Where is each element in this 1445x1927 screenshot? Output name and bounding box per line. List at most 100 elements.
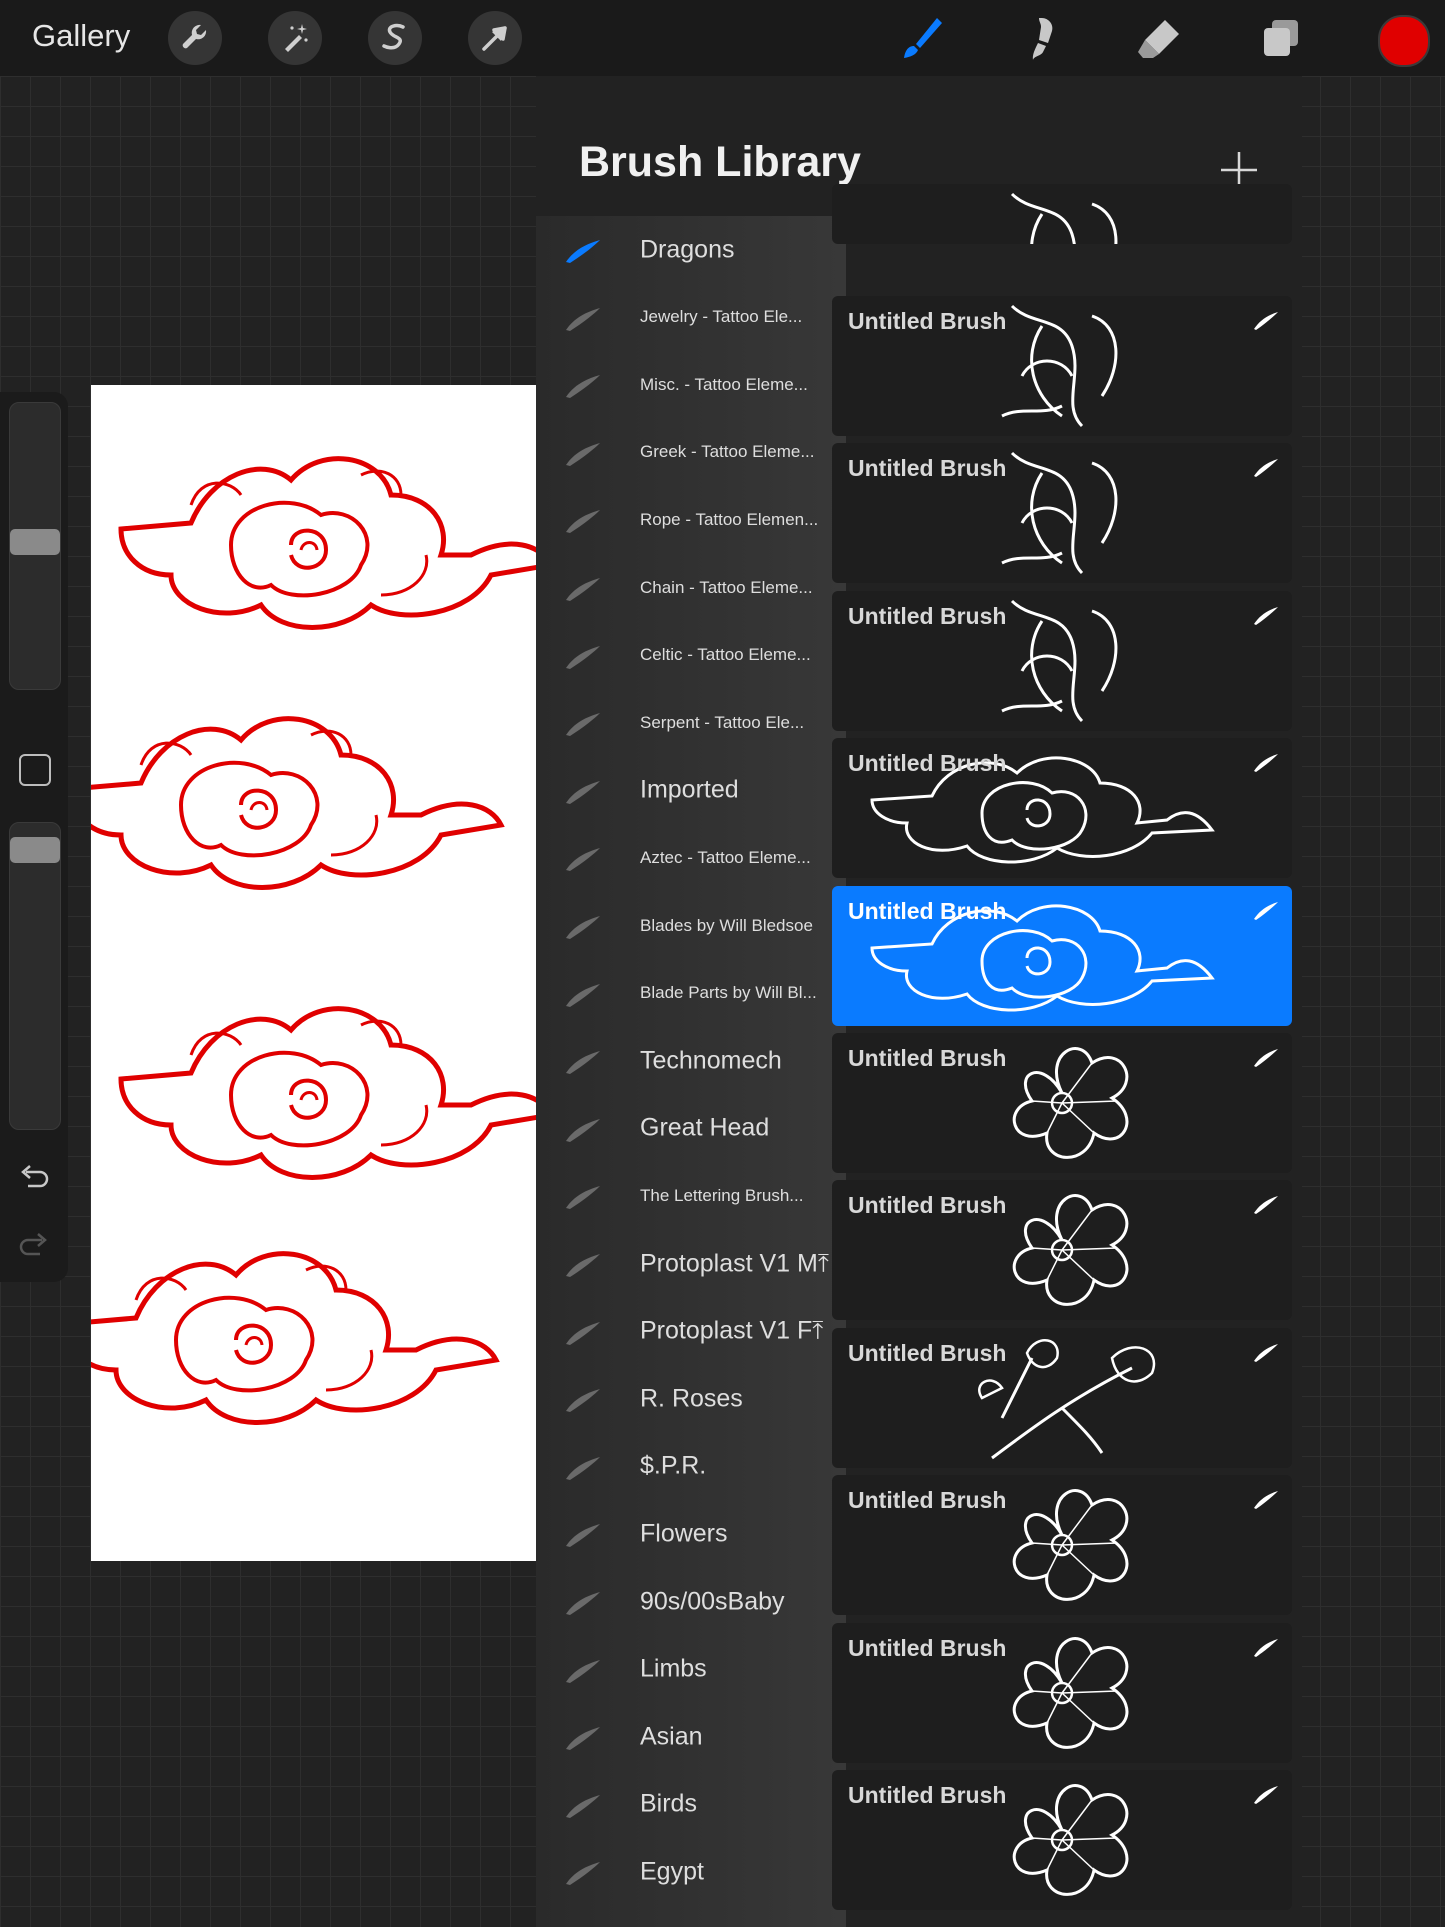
brush-set-label: Asian (640, 1722, 703, 1751)
brush-set-label: Celtic - Tattoo Eleme... (640, 645, 811, 665)
brush-set-stroke-icon (566, 240, 600, 263)
brush-name: Untitled Brush (848, 1339, 1007, 1366)
brush-set-stroke-icon (566, 780, 600, 804)
wrench-icon[interactable] (168, 11, 222, 65)
drawing-canvas[interactable] (91, 385, 536, 1561)
brush-source-icon (1254, 1343, 1278, 1362)
brush-card[interactable]: Untitled Brush (832, 1327, 1292, 1468)
layers-icon[interactable] (1252, 10, 1308, 66)
brush-set-label: Imported (640, 775, 739, 804)
brush-set-label: Technomech (640, 1046, 782, 1075)
brush-set-item[interactable]: $.P.R. (536, 1433, 846, 1500)
brush-card[interactable]: Untitled Brush (832, 296, 1292, 436)
brush-set-label: Limbs (640, 1654, 707, 1683)
brush-set-label: Protoplast V1 M⤒ (640, 1249, 829, 1277)
brush-set-label: $.P.R. (640, 1451, 707, 1480)
brush-opacity-slider[interactable] (9, 822, 61, 1130)
brush-card[interactable]: Untitled Brush (832, 1770, 1292, 1910)
brush-set-item[interactable]: R. Roses (536, 1365, 846, 1432)
brush-set-item[interactable]: Protoplast V1 M⤒ (536, 1230, 846, 1297)
brush-set-label: Great Head (640, 1113, 770, 1142)
redo-icon[interactable] (18, 1230, 50, 1260)
brush-size-thumb[interactable] (10, 529, 60, 555)
brush-name: Untitled Brush (848, 602, 1007, 629)
brush-set-item[interactable]: Greek - Tattoo Eleme... (536, 419, 846, 486)
brush-set-item[interactable]: Aztec - Tattoo Eleme... (536, 824, 846, 891)
brush-name: Untitled Brush (848, 1782, 1007, 1808)
brush-set-label: Flowers (640, 1519, 728, 1548)
brush-set-stroke-icon (566, 1592, 600, 1615)
brush-name: Untitled Brush (848, 897, 1007, 924)
brush-opacity-thumb[interactable] (10, 837, 60, 863)
brush-set-item[interactable]: Serpent - Tattoo Ele... (536, 689, 846, 756)
brush-name: Untitled Brush (848, 308, 1007, 334)
brush-icon[interactable] (892, 10, 948, 66)
brush-card[interactable]: Untitled Brush (832, 1033, 1292, 1173)
brush-set-label: Chain - Tattoo Eleme... (640, 577, 813, 597)
brush-set-item[interactable]: Flowers (536, 1500, 846, 1567)
brush-set-stroke-icon (566, 1659, 600, 1683)
brush-set-item[interactable]: Dragons (536, 216, 846, 283)
brush-set-label: Blades by Will Bledsoe (640, 915, 813, 935)
brush-set-label: Serpent - Tattoo Ele... (640, 712, 805, 732)
brush-set-item[interactable]: Rope - Tattoo Elemen... (536, 486, 846, 553)
brush-set-item[interactable]: The Lettering Brush... (536, 1162, 846, 1229)
magic-wand-icon[interactable] (268, 11, 322, 65)
brush-set-item[interactable]: Asian (536, 1703, 846, 1770)
brush-set-item[interactable]: Great Head (536, 1095, 846, 1162)
transform-arrow-icon[interactable] (468, 11, 522, 65)
brush-card[interactable]: Untitled Brush (832, 1475, 1292, 1616)
brush-set-stroke-icon (566, 645, 600, 669)
brush-card[interactable] (832, 184, 1292, 244)
brush-set-item[interactable]: Jewelry - Tattoo Ele... (536, 284, 846, 351)
brush-size-slider[interactable] (9, 402, 61, 690)
brush-source-icon (1254, 1786, 1278, 1804)
eraser-icon[interactable] (1132, 10, 1188, 66)
brush-set-item[interactable]: Protoplast V1 F⤒ (536, 1298, 846, 1365)
brush-source-icon (1254, 754, 1278, 773)
brush-name: Untitled Brush (848, 750, 1007, 777)
brush-source-icon (1254, 1196, 1278, 1215)
brush-set-label: Dragons (640, 235, 735, 263)
panel-title: Brush Library (579, 138, 861, 186)
brush-set-stroke-icon (566, 1456, 600, 1480)
brush-set-item[interactable]: Limbs (536, 1636, 846, 1703)
brush-set-label: Blade Parts by Will Bl... (640, 983, 817, 1003)
smudge-icon[interactable] (1012, 10, 1068, 66)
brush-set-item[interactable]: Misc. - Tattoo Eleme... (536, 351, 846, 418)
brush-card[interactable]: Untitled Brush (832, 738, 1292, 879)
brush-set-stroke-icon (566, 1254, 600, 1277)
brush-set-item[interactable]: Blade Parts by Will Bl... (536, 960, 846, 1027)
brush-set-stroke-icon (566, 578, 600, 601)
brush-source-icon (1254, 901, 1278, 920)
brush-set-item[interactable]: Technomech (536, 1027, 846, 1094)
brush-card[interactable]: Untitled Brush (832, 443, 1292, 584)
brush-card-selected[interactable]: Untitled Brush (832, 885, 1292, 1026)
brush-card[interactable]: Untitled Brush (832, 590, 1292, 731)
brush-set-label: Jewelry - Tattoo Ele... (640, 307, 803, 327)
brush-card[interactable]: Untitled Brush (832, 1180, 1292, 1321)
brush-set-stroke-icon (566, 442, 600, 466)
brush-set-stroke-icon (566, 1321, 600, 1345)
brush-set-item[interactable]: Egypt (536, 1838, 846, 1905)
brush-set-label: 90s/00sBaby (640, 1587, 785, 1615)
brush-set-label: The Lettering Brush... (640, 1185, 804, 1205)
brush-set-label: Greek - Tattoo Eleme... (640, 442, 815, 462)
top-toolbar: Gallery (0, 0, 1445, 76)
modify-square-button[interactable] (19, 754, 51, 786)
brush-set-item[interactable]: Birds (536, 1771, 846, 1838)
brush-set-stroke-icon (566, 375, 600, 399)
gallery-button[interactable]: Gallery (32, 18, 130, 54)
brush-set-item[interactable]: Imported (536, 757, 846, 824)
brush-set-item[interactable]: Chain - Tattoo Eleme... (536, 554, 846, 621)
selection-s-icon[interactable] (368, 11, 422, 65)
cloud-artwork (91, 385, 536, 1561)
brush-card[interactable]: Untitled Brush (832, 1622, 1292, 1763)
brush-set-stroke-icon (566, 848, 600, 872)
color-picker-swatch[interactable] (1378, 15, 1430, 67)
brush-set-label: Protoplast V1 F⤒ (640, 1316, 824, 1345)
brush-set-item[interactable]: Blades by Will Bledsoe (536, 892, 846, 959)
brush-set-item[interactable]: 90s/00sBaby (536, 1568, 846, 1635)
brush-set-item[interactable]: Celtic - Tattoo Eleme... (536, 622, 846, 689)
undo-icon[interactable] (18, 1162, 50, 1192)
